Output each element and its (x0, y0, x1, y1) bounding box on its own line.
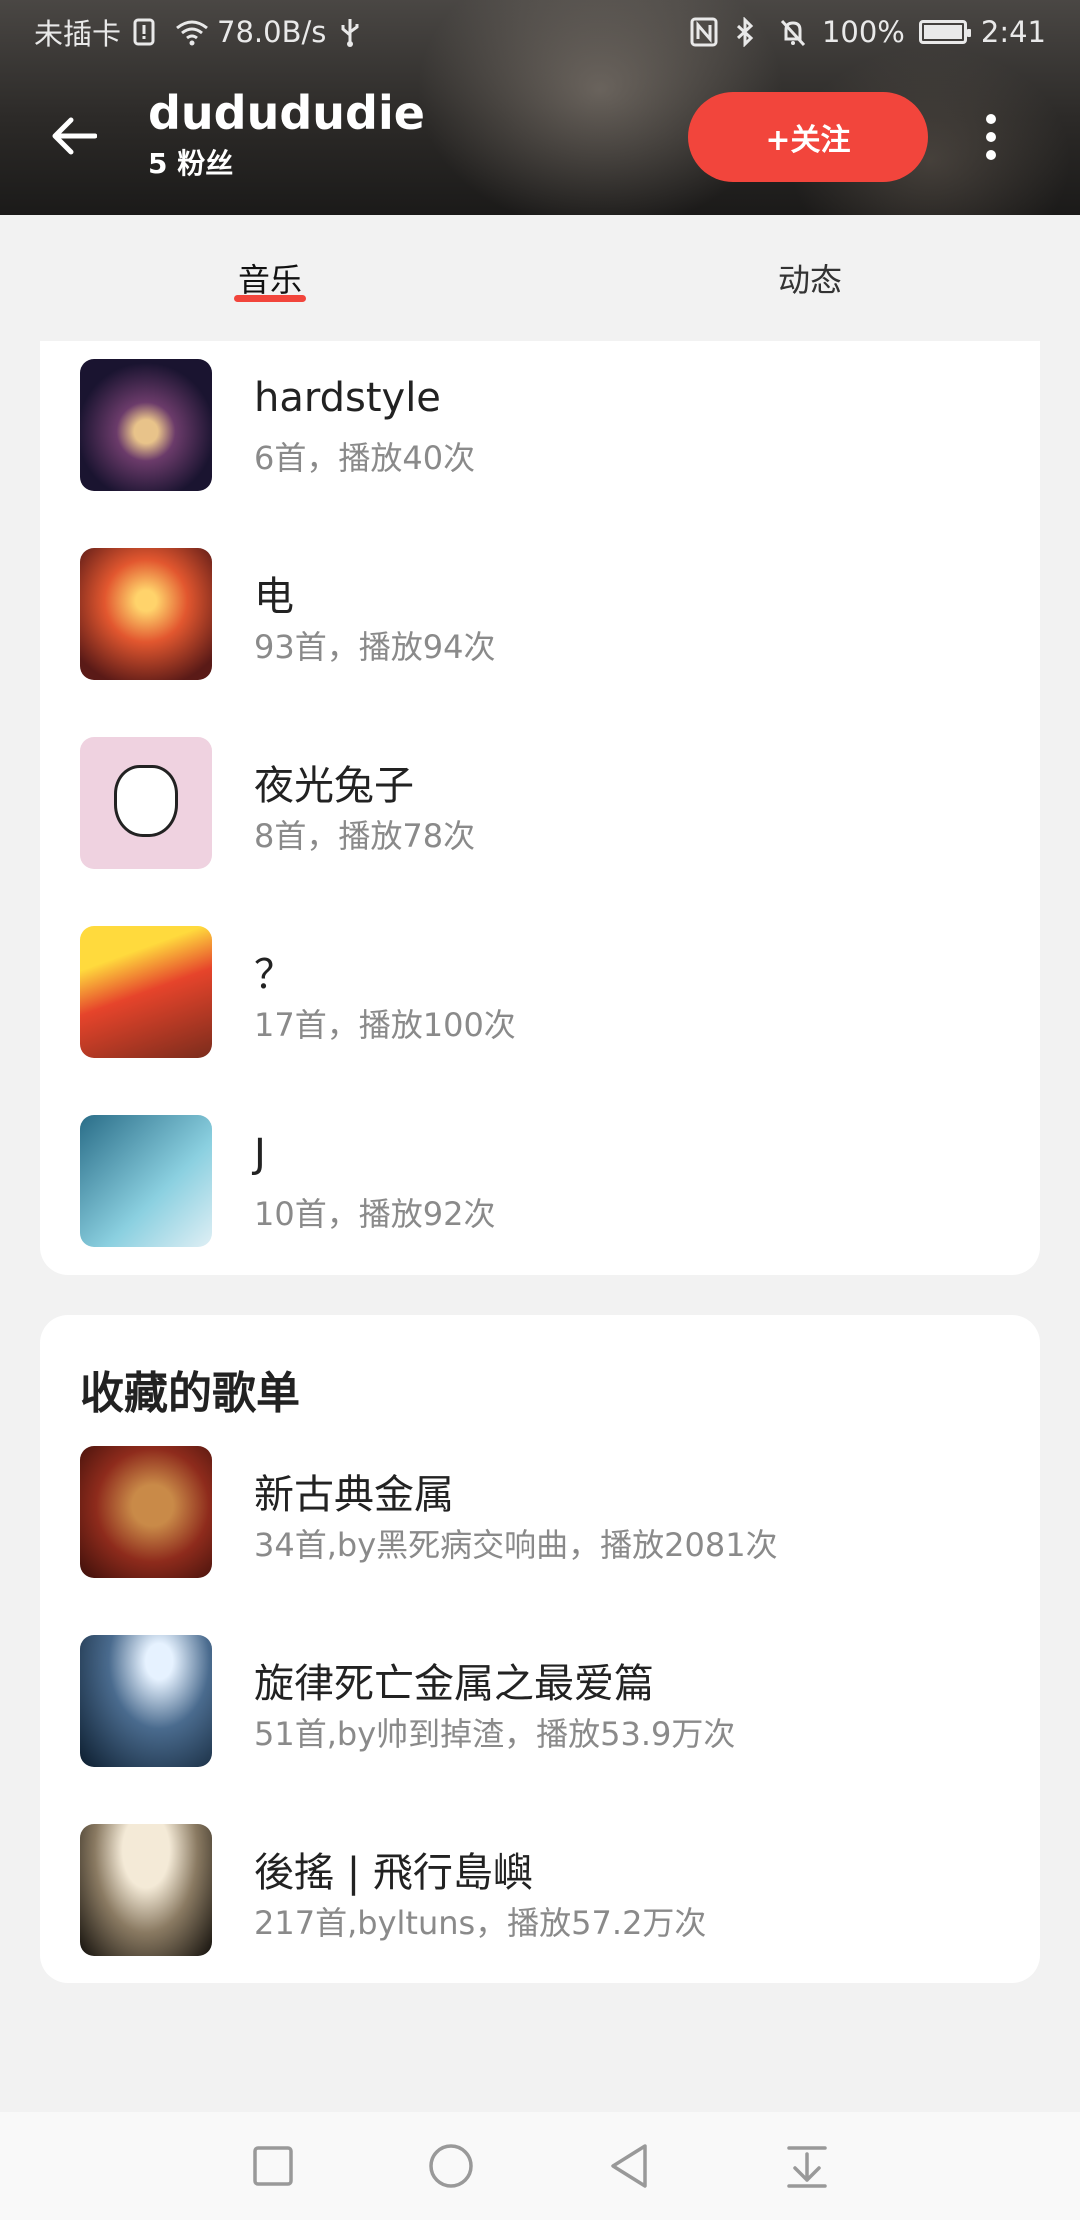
playlist-title: hardstyle (254, 375, 441, 421)
home-button[interactable] (362, 2112, 540, 2220)
wifi-icon (175, 17, 208, 47)
playlist-cover (80, 926, 212, 1058)
system-nav-bar (0, 2112, 1080, 2220)
battery-icon (918, 20, 971, 44)
playlist-meta: 8首，播放78次 (254, 817, 476, 855)
battery-percent: 100% (821, 15, 905, 49)
playlist-meta: 34首,by黑死病交响曲，播放2081次 (254, 1526, 778, 1564)
created-playlists-card: hardstyle 6首，播放40次 电 93首，播放94次 夜光兔子 8首，播… (40, 341, 1040, 1275)
favorite-playlist-item[interactable]: 旋律死亡金属之最爱篇 51首,by帅到掉渣，播放53.9万次 (80, 1635, 1000, 1767)
tab-bar: 音乐 动态 (0, 215, 1080, 341)
playlist-cover (80, 1115, 212, 1247)
playlist-meta: 217首,byltuns，播放57.2万次 (254, 1904, 707, 1942)
playlist-title: 後搖 | 飛行島嶼 (254, 1850, 533, 1896)
playlist-title: 旋律死亡金属之最爱篇 (254, 1661, 654, 1707)
tab-activity[interactable]: 动态 (540, 215, 1080, 341)
bluetooth-icon (734, 16, 764, 48)
tab-active-indicator (234, 295, 306, 302)
mute-bell-icon (778, 17, 808, 47)
favorite-playlists-card: 收藏的歌单 新古典金属 34首,by黑死病交响曲，播放2081次 旋律死亡金属之… (40, 1315, 1040, 1983)
carrier-text: 未插卡 (34, 17, 122, 51)
follow-button[interactable]: +关注 (688, 92, 928, 182)
playlist-meta: 93首，播放94次 (254, 628, 496, 666)
playlist-meta: 51首,by帅到掉渣，播放53.9万次 (254, 1715, 736, 1753)
status-bar: 未插卡 78.0B/s 100% 2:41 (0, 0, 1080, 64)
circle-icon (429, 2144, 473, 2188)
playlist-meta: 17首，播放100次 (254, 1006, 516, 1044)
sim-alert-icon (133, 17, 163, 47)
playlist-item[interactable]: J 10首，播放92次 (80, 1115, 1000, 1247)
notification-pulldown-button[interactable] (718, 2112, 896, 2220)
arrow-left-icon (52, 117, 97, 155)
playlist-cover (80, 1446, 212, 1578)
back-button[interactable] (44, 108, 104, 164)
square-icon (253, 2146, 293, 2186)
profile-title: dudududie 5 粉丝 (148, 86, 425, 182)
tab-activity-label: 动态 (777, 261, 842, 299)
playlist-title: 夜光兔子 (254, 763, 414, 809)
download-tray-icon (787, 2146, 827, 2188)
playlist-item[interactable]: 夜光兔子 8首，播放78次 (80, 737, 1000, 869)
recents-button[interactable] (184, 2112, 362, 2220)
triangle-back-icon (611, 2144, 647, 2188)
playlist-cover (80, 1824, 212, 1956)
playlist-meta: 10首，播放92次 (254, 1195, 496, 1233)
playlist-item[interactable]: hardstyle 6首，播放40次 (80, 359, 1000, 491)
playlist-cover (80, 359, 212, 491)
playlist-item[interactable]: 电 93首，播放94次 (80, 548, 1000, 680)
username: dudududie (148, 86, 425, 140)
playlist-title: 新古典金属 (254, 1472, 454, 1518)
favorite-playlist-item[interactable]: 新古典金属 34首,by黑死病交响曲，播放2081次 (80, 1446, 1000, 1578)
more-options-button[interactable] (966, 104, 1016, 170)
playlist-cover (80, 737, 212, 869)
playlist-title: 电 (254, 574, 294, 620)
playlist-cover (80, 548, 212, 680)
tab-music[interactable]: 音乐 (0, 215, 540, 341)
playlist-title: ？ (254, 952, 294, 998)
playlist-item[interactable]: ？ 17首，播放100次 (80, 926, 1000, 1058)
back-nav-button[interactable] (540, 2112, 718, 2220)
fans-count[interactable]: 5 粉丝 (148, 142, 425, 182)
usb-icon (338, 17, 368, 47)
section-title: 收藏的歌单 (80, 1368, 300, 1419)
more-vertical-icon (986, 114, 996, 124)
playlist-title: J (254, 1131, 266, 1177)
playlist-meta: 6首，播放40次 (254, 439, 476, 477)
playlist-cover (80, 1635, 212, 1767)
profile-header: 未插卡 78.0B/s 100% 2:41 dudududie 5 粉丝 +关注 (0, 0, 1080, 215)
nfc-icon (690, 17, 720, 47)
clock: 2:41 (980, 15, 1046, 49)
favorite-playlist-item[interactable]: 後搖 | 飛行島嶼 217首,byltuns，播放57.2万次 (80, 1824, 1000, 1956)
network-speed: 78.0B/s (217, 15, 327, 49)
